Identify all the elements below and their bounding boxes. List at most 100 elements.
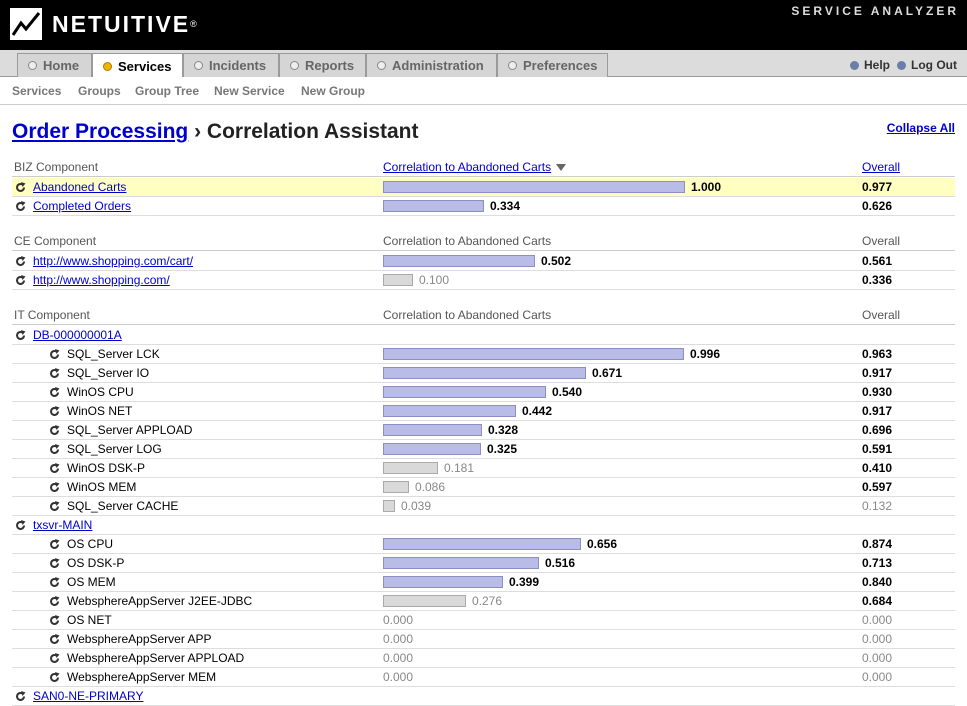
metric-name: SQL_Server LOG (67, 442, 162, 456)
breadcrumb-order-processing-link[interactable]: Order Processing (12, 120, 188, 143)
overall-header: Overall (862, 234, 901, 248)
correlation-header: Correlation to Abandoned Carts (383, 308, 552, 322)
component-link[interactable]: http://www.shopping.com/ (33, 273, 170, 287)
table-row: Completed Orders 0.334 0.626 (12, 197, 955, 216)
refresh-icon[interactable] (49, 482, 60, 493)
correlation-value: 0.328 (488, 423, 519, 437)
correlation-value: 0.516 (545, 556, 576, 570)
overall-value: 0.410 (862, 461, 893, 475)
subnav-group-tree[interactable]: Group Tree (135, 84, 199, 98)
subnav-new-service[interactable]: New Service (214, 84, 285, 98)
correlation-sort-header[interactable]: Correlation to Abandoned Carts (383, 160, 567, 174)
tab-preferences[interactable]: Preferences (497, 53, 608, 77)
overall-sort-link[interactable]: Overall (862, 160, 900, 174)
correlation-sort-link[interactable]: Correlation to Abandoned Carts (383, 160, 551, 174)
refresh-icon[interactable] (15, 520, 26, 531)
component-link[interactable]: SAN0-NE-PRIMARY (33, 689, 143, 703)
overall-value: 0.626 (862, 199, 893, 213)
refresh-icon[interactable] (49, 368, 60, 379)
refresh-icon[interactable] (49, 501, 60, 512)
refresh-icon[interactable] (49, 558, 60, 569)
correlation-value: 0.502 (541, 254, 572, 268)
refresh-icon[interactable] (15, 201, 26, 212)
overall-value: 0.696 (862, 423, 893, 437)
metric-name: OS MEM (67, 575, 116, 589)
logo-mark-icon (10, 8, 42, 40)
refresh-icon[interactable] (49, 577, 60, 588)
refresh-icon[interactable] (49, 596, 60, 607)
overall-value: 0.977 (862, 180, 893, 194)
correlation-value: 0.000 (383, 613, 414, 627)
refresh-icon[interactable] (49, 406, 60, 417)
help-link[interactable]: Help (850, 58, 890, 72)
refresh-icon[interactable] (49, 387, 60, 398)
tab-services[interactable]: Services (92, 53, 183, 78)
correlation-value: 0.325 (487, 442, 518, 456)
refresh-icon[interactable] (49, 672, 60, 683)
tab-reports[interactable]: Reports (279, 53, 366, 77)
tab-home[interactable]: Home (17, 53, 92, 77)
logo-registered-mark: ® (190, 19, 197, 29)
metric-name: WinOS CPU (67, 385, 134, 399)
correlation-bar (383, 595, 466, 607)
logout-link[interactable]: Log Out (897, 58, 957, 72)
sort-down-icon (556, 164, 567, 172)
overall-value: 0.000 (862, 613, 893, 627)
refresh-icon[interactable] (49, 539, 60, 550)
table-row: WinOS CPU 0.540 0.930 (12, 383, 955, 402)
correlation-bar (383, 181, 685, 193)
correlation-value: 0.000 (383, 670, 414, 684)
table-row: WinOS NET 0.442 0.917 (12, 402, 955, 421)
refresh-icon[interactable] (15, 691, 26, 702)
biz-section-header: BIZ Component Correlation to Abandoned C… (12, 159, 955, 177)
table-row: SQL_Server CACHE 0.039 0.132 (12, 497, 955, 516)
table-row: WebsphereAppServer APP 0.000 0.000 (12, 630, 955, 649)
component-link[interactable]: txsvr-MAIN (33, 518, 92, 532)
overall-value: 0.591 (862, 442, 893, 456)
refresh-icon[interactable] (15, 330, 26, 341)
refresh-icon[interactable] (15, 256, 26, 267)
refresh-icon[interactable] (49, 349, 60, 360)
metric-name: WebsphereAppServer APP (67, 632, 212, 646)
correlation-bar (383, 405, 516, 417)
ce-component-heading: CE Component (14, 234, 97, 248)
subnav-groups[interactable]: Groups (78, 84, 121, 98)
tab-bullet-icon (194, 61, 203, 70)
correlation-value: 0.039 (401, 499, 432, 513)
component-link[interactable]: Completed Orders (33, 199, 131, 213)
refresh-icon[interactable] (49, 615, 60, 626)
component-link[interactable]: DB-000000001A (33, 328, 122, 342)
tab-services-label: Services (118, 58, 172, 74)
component-link[interactable]: http://www.shopping.com/cart/ (33, 254, 193, 268)
refresh-icon[interactable] (49, 444, 60, 455)
netuitive-logo: NETUITIVE ® (10, 7, 197, 41)
group-row: DB-000000001A (12, 326, 955, 345)
refresh-icon[interactable] (49, 653, 60, 664)
overall-value: 0.917 (862, 404, 893, 418)
component-link[interactable]: Abandoned Carts (33, 180, 126, 194)
tab-bullet-active-icon (103, 61, 112, 71)
overall-value: 0.000 (862, 632, 893, 646)
tab-incidents[interactable]: Incidents (183, 53, 279, 77)
refresh-icon[interactable] (49, 463, 60, 474)
refresh-icon[interactable] (15, 182, 26, 193)
refresh-icon[interactable] (15, 275, 26, 286)
refresh-icon[interactable] (49, 425, 60, 436)
collapse-all-link[interactable]: Collapse All (887, 121, 955, 135)
correlation-bar (383, 538, 581, 550)
table-row: WebsphereAppServer APPLOAD 0.000 0.000 (12, 649, 955, 668)
correlation-value: 0.276 (472, 594, 503, 608)
subnav-new-group[interactable]: New Group (301, 84, 365, 98)
refresh-icon[interactable] (49, 634, 60, 645)
overall-header: Overall (862, 308, 901, 322)
table-row: http://www.shopping.com/cart/0.502 0.561 (12, 252, 955, 271)
table-row: SQL_Server IO 0.671 0.917 (12, 364, 955, 383)
tab-bullet-icon (508, 61, 517, 70)
correlation-bar (383, 424, 482, 436)
table-row: Abandoned Carts 1.000 0.977 (12, 178, 955, 197)
table-row: WinOS DSK-P 0.181 0.410 (12, 459, 955, 478)
tab-administration[interactable]: Administration (366, 53, 497, 77)
subnav-services[interactable]: Services (12, 84, 61, 98)
correlation-bar (383, 386, 546, 398)
correlation-bar (383, 367, 586, 379)
